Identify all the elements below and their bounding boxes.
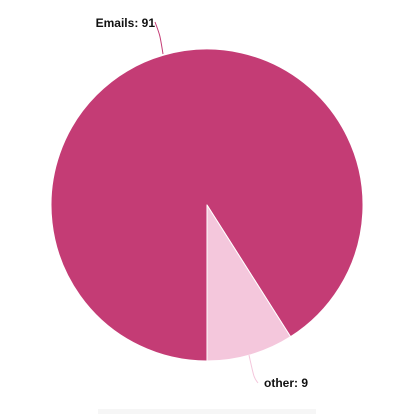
leader-line-other [248, 354, 259, 384]
pie-chart: Emails: 91 other: 9 [0, 0, 420, 414]
data-label-other: other: 9 [264, 376, 308, 390]
footer-bar [98, 409, 316, 414]
leader-line-emails [154, 21, 164, 55]
pie-slices [50, 48, 364, 362]
data-label-emails: Emails: 91 [96, 16, 156, 30]
pie-chart-svg: Emails: 91 other: 9 [50, 16, 364, 390]
